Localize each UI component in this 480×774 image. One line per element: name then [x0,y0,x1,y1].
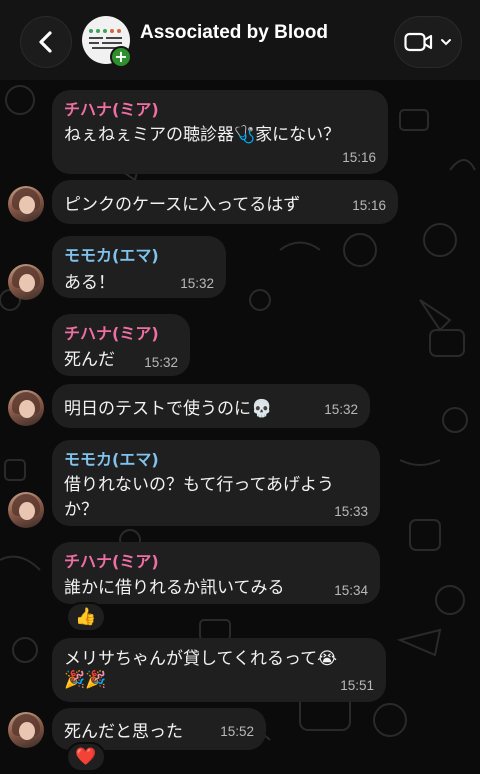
message-text: ねぇねぇミアの聴診器🩺家にない？ [64,125,341,145]
message-bubble[interactable]: モモカ(エマ) 借りれないの？もて行ってあげよう か？ 15:33 [52,440,380,526]
chevron-down-icon [441,39,451,46]
message-text: 明日のテストで使うのに💀 [64,399,273,419]
sender-name: チハナ(ミア) [64,324,159,343]
message-time: 15:52 [220,724,254,739]
message-bubble[interactable]: チハナ(ミア) 誰かに借りれるか訊いてみる 15:34 [52,542,380,604]
message-time: 15:16 [342,150,376,165]
message-text: ピンクのケースに入ってるはず [64,195,301,215]
heart-reaction[interactable]: ❤️ [66,742,106,772]
video-call-button[interactable] [394,16,462,68]
message-bubble[interactable]: ピンクのケースに入ってるはず 15:16 [52,180,398,224]
sender-name: モモカ(エマ) [64,450,159,469]
thumbs-up-reaction[interactable]: 👍 [66,602,106,632]
message-text-continued: 🎉🎉 [64,670,107,690]
message-text: 誰かに借りれるか訊いてみる [64,578,285,598]
add-member-icon[interactable]: + [110,46,132,68]
message-time: 15:32 [180,276,214,291]
chat-title[interactable]: Associated by Blood [140,22,328,44]
message-bubble[interactable]: メリサちゃんが貸してくれるって😭 🎉🎉 15:51 [52,638,386,702]
sender-name: モモカ(エマ) [64,246,159,265]
video-camera-icon [404,32,433,52]
sender-name: チハナ(ミア) [64,552,159,571]
message-bubble[interactable]: チハナ(ミア) 死んだ 15:32 [52,314,190,376]
message-text-continued: か？ [64,500,98,520]
sender-name: チハナ(ミア) [64,100,159,119]
message-time: 15:32 [324,402,358,417]
message-time: 15:16 [352,198,386,213]
message-time: 15:33 [334,504,368,519]
message-bubble[interactable]: モモカ(エマ) ある！ 15:32 [52,236,226,298]
message-text: メリサちゃんが貸してくれるって😭 [64,649,337,669]
message-time: 15:34 [334,583,368,598]
message-time: 15:51 [340,678,374,693]
back-button[interactable] [20,16,72,68]
chevron-left-icon [39,31,52,53]
message-time: 15:32 [144,355,178,370]
avatar[interactable] [8,390,44,426]
avatar[interactable] [8,492,44,528]
message-bubble[interactable]: チハナ(ミア) ねぇねぇミアの聴診器🩺家にない？ 15:16 [52,90,388,174]
chat-header: + Associated by Blood [0,0,480,80]
message-text: 借りれないの？もて行ってあげよう [64,475,334,495]
message-text: ある！ [64,273,115,293]
message-text: 死んだと思った [64,722,183,742]
avatar[interactable] [8,186,44,222]
avatar[interactable] [8,264,44,300]
message-bubble[interactable]: 明日のテストで使うのに💀 15:32 [52,384,370,428]
avatar[interactable] [8,712,44,748]
message-text: 死んだ [64,350,115,370]
